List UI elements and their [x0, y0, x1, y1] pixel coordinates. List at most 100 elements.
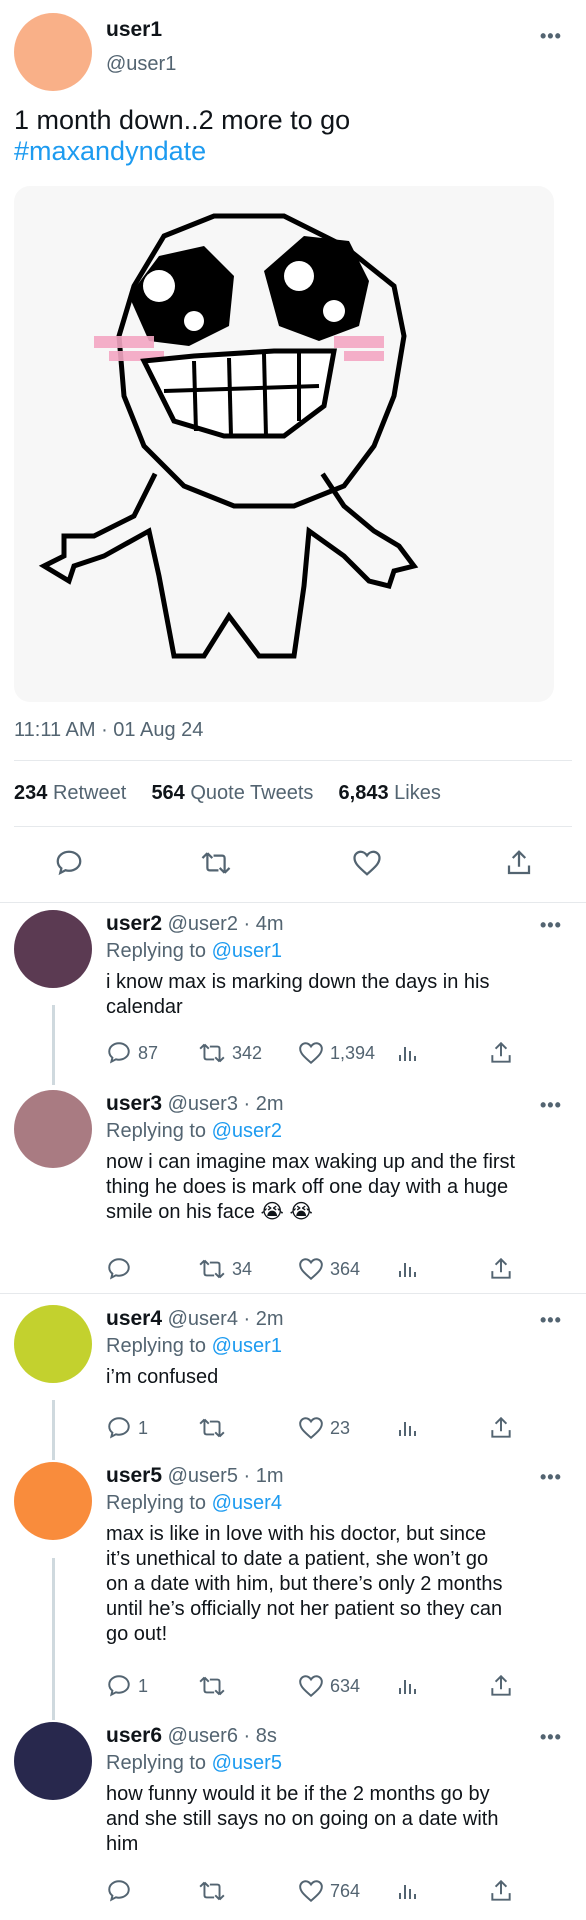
more-options-icon[interactable]: ••• [540, 1095, 562, 1116]
retweet-icon[interactable] [200, 848, 232, 878]
like-label[interactable]: Likes [394, 782, 441, 804]
share-button[interactable] [488, 1878, 514, 1904]
reply-text-line: and she still says no on going on a date… [106, 1808, 499, 1830]
like-icon[interactable] [298, 1415, 324, 1441]
more-options-icon[interactable]: ••• [540, 26, 562, 47]
like-count: 23 [330, 1417, 351, 1438]
retweet-button[interactable] [198, 1673, 232, 1699]
replying-to-handle[interactable]: @user1 [212, 940, 282, 962]
reply-avatar[interactable] [14, 1090, 92, 1168]
retweet-button[interactable] [198, 1878, 232, 1904]
retweet-count[interactable]: 234 [14, 782, 47, 804]
reply-author-meta[interactable]: @user5 · 1m [168, 1465, 284, 1487]
retweet-button[interactable] [198, 1415, 232, 1441]
like-icon[interactable] [298, 1040, 324, 1066]
replying-to-handle[interactable]: @user5 [212, 1752, 282, 1774]
views-button[interactable] [396, 1415, 420, 1441]
quote-label[interactable]: Quote Tweets [190, 782, 313, 804]
views-icon[interactable] [396, 1878, 420, 1904]
reply-avatar[interactable] [14, 1722, 92, 1800]
reply-icon[interactable] [54, 848, 84, 878]
like-icon[interactable] [298, 1878, 324, 1904]
author-name[interactable]: user1 [106, 18, 162, 42]
replying-to-label: Replying to [106, 1120, 207, 1142]
retweet-icon[interactable] [198, 1040, 226, 1066]
reply-author-name[interactable]: user2 [106, 912, 162, 935]
reply-author-meta[interactable]: @user6 · 8s [168, 1725, 277, 1747]
replying-to-handle[interactable]: @user2 [212, 1120, 282, 1142]
reply-icon[interactable] [106, 1256, 132, 1282]
replying-to-handle[interactable]: @user4 [212, 1492, 282, 1514]
reply-button[interactable]: 1 [106, 1415, 148, 1441]
like-button[interactable]: 23 [298, 1415, 350, 1441]
replying-to-handle[interactable]: @user1 [212, 1335, 282, 1357]
like-icon[interactable] [352, 848, 382, 878]
retweet-icon[interactable] [198, 1878, 226, 1904]
reply-avatar[interactable] [14, 1462, 92, 1540]
share-icon[interactable] [488, 1040, 514, 1066]
retweet-icon[interactable] [198, 1673, 226, 1699]
reply-author-name[interactable]: user4 [106, 1307, 162, 1330]
reply-text-line: on a date with him, but there’s only 2 m… [106, 1573, 503, 1595]
more-options-icon[interactable]: ••• [540, 915, 562, 936]
like-icon[interactable] [298, 1673, 324, 1699]
like-button[interactable]: 634 [298, 1673, 360, 1699]
share-icon[interactable] [488, 1673, 514, 1699]
views-button[interactable] [396, 1878, 420, 1904]
share-button[interactable] [488, 1040, 514, 1066]
like-count[interactable]: 6,843 [339, 782, 389, 804]
retweet-icon[interactable] [198, 1415, 226, 1441]
share-icon[interactable] [488, 1256, 514, 1282]
views-icon[interactable] [396, 1673, 420, 1699]
reply-icon[interactable] [106, 1415, 132, 1441]
quote-count[interactable]: 564 [151, 782, 184, 804]
share-icon[interactable] [488, 1878, 514, 1904]
reply-avatar[interactable] [14, 1305, 92, 1383]
views-icon[interactable] [396, 1415, 420, 1441]
reply-count: 87 [138, 1042, 159, 1063]
like-count: 764 [330, 1880, 361, 1901]
reply-author-name[interactable]: user5 [106, 1464, 162, 1487]
share-icon[interactable] [504, 848, 534, 878]
author-handle[interactable]: @user1 [106, 53, 176, 76]
share-button[interactable] [488, 1673, 514, 1699]
retweet-button[interactable]: 34 [198, 1256, 252, 1282]
like-icon[interactable] [298, 1256, 324, 1282]
more-options-icon[interactable]: ••• [540, 1467, 562, 1488]
like-button[interactable]: 364 [298, 1256, 360, 1282]
retweet-icon[interactable] [198, 1256, 226, 1282]
reply-avatar[interactable] [14, 910, 92, 988]
views-button[interactable] [396, 1040, 420, 1066]
more-options-icon[interactable]: ••• [540, 1310, 562, 1331]
like-button[interactable]: 764 [298, 1878, 360, 1904]
views-icon[interactable] [396, 1256, 420, 1282]
tweet-media-image[interactable] [14, 186, 554, 702]
more-options-icon[interactable]: ••• [540, 1727, 562, 1748]
share-button[interactable] [488, 1256, 514, 1282]
reply-author-meta[interactable]: @user2 · 4m [168, 913, 284, 935]
retweet-label[interactable]: Retweet [53, 782, 126, 804]
reply-author-name[interactable]: user3 [106, 1092, 162, 1115]
like-button[interactable]: 1,394 [298, 1040, 375, 1066]
tweet-timestamp[interactable]: 11:11 AM · 01 Aug 24 [14, 719, 203, 742]
reply-author-meta[interactable]: @user3 · 2m [168, 1093, 284, 1115]
reply-author-name[interactable]: user6 [106, 1724, 162, 1747]
replying-to-label: Replying to [106, 1335, 207, 1357]
reply-button[interactable]: 87 [106, 1040, 158, 1066]
reply-button[interactable] [106, 1256, 138, 1282]
reply-icon[interactable] [106, 1040, 132, 1066]
reply-button[interactable] [106, 1878, 138, 1904]
views-button[interactable] [396, 1256, 420, 1282]
views-icon[interactable] [396, 1040, 420, 1066]
hashtag-link[interactable]: #maxandyndate [14, 134, 206, 168]
share-icon[interactable] [488, 1415, 514, 1441]
author-avatar[interactable] [14, 13, 92, 91]
views-button[interactable] [396, 1673, 420, 1699]
reply-icon[interactable] [106, 1878, 132, 1904]
reply-button[interactable]: 1 [106, 1673, 148, 1699]
reply-text-line: i’m confused [106, 1366, 219, 1388]
reply-icon[interactable] [106, 1673, 132, 1699]
retweet-button[interactable]: 342 [198, 1040, 262, 1066]
share-button[interactable] [488, 1415, 514, 1441]
reply-author-meta[interactable]: @user4 · 2m [168, 1308, 284, 1330]
